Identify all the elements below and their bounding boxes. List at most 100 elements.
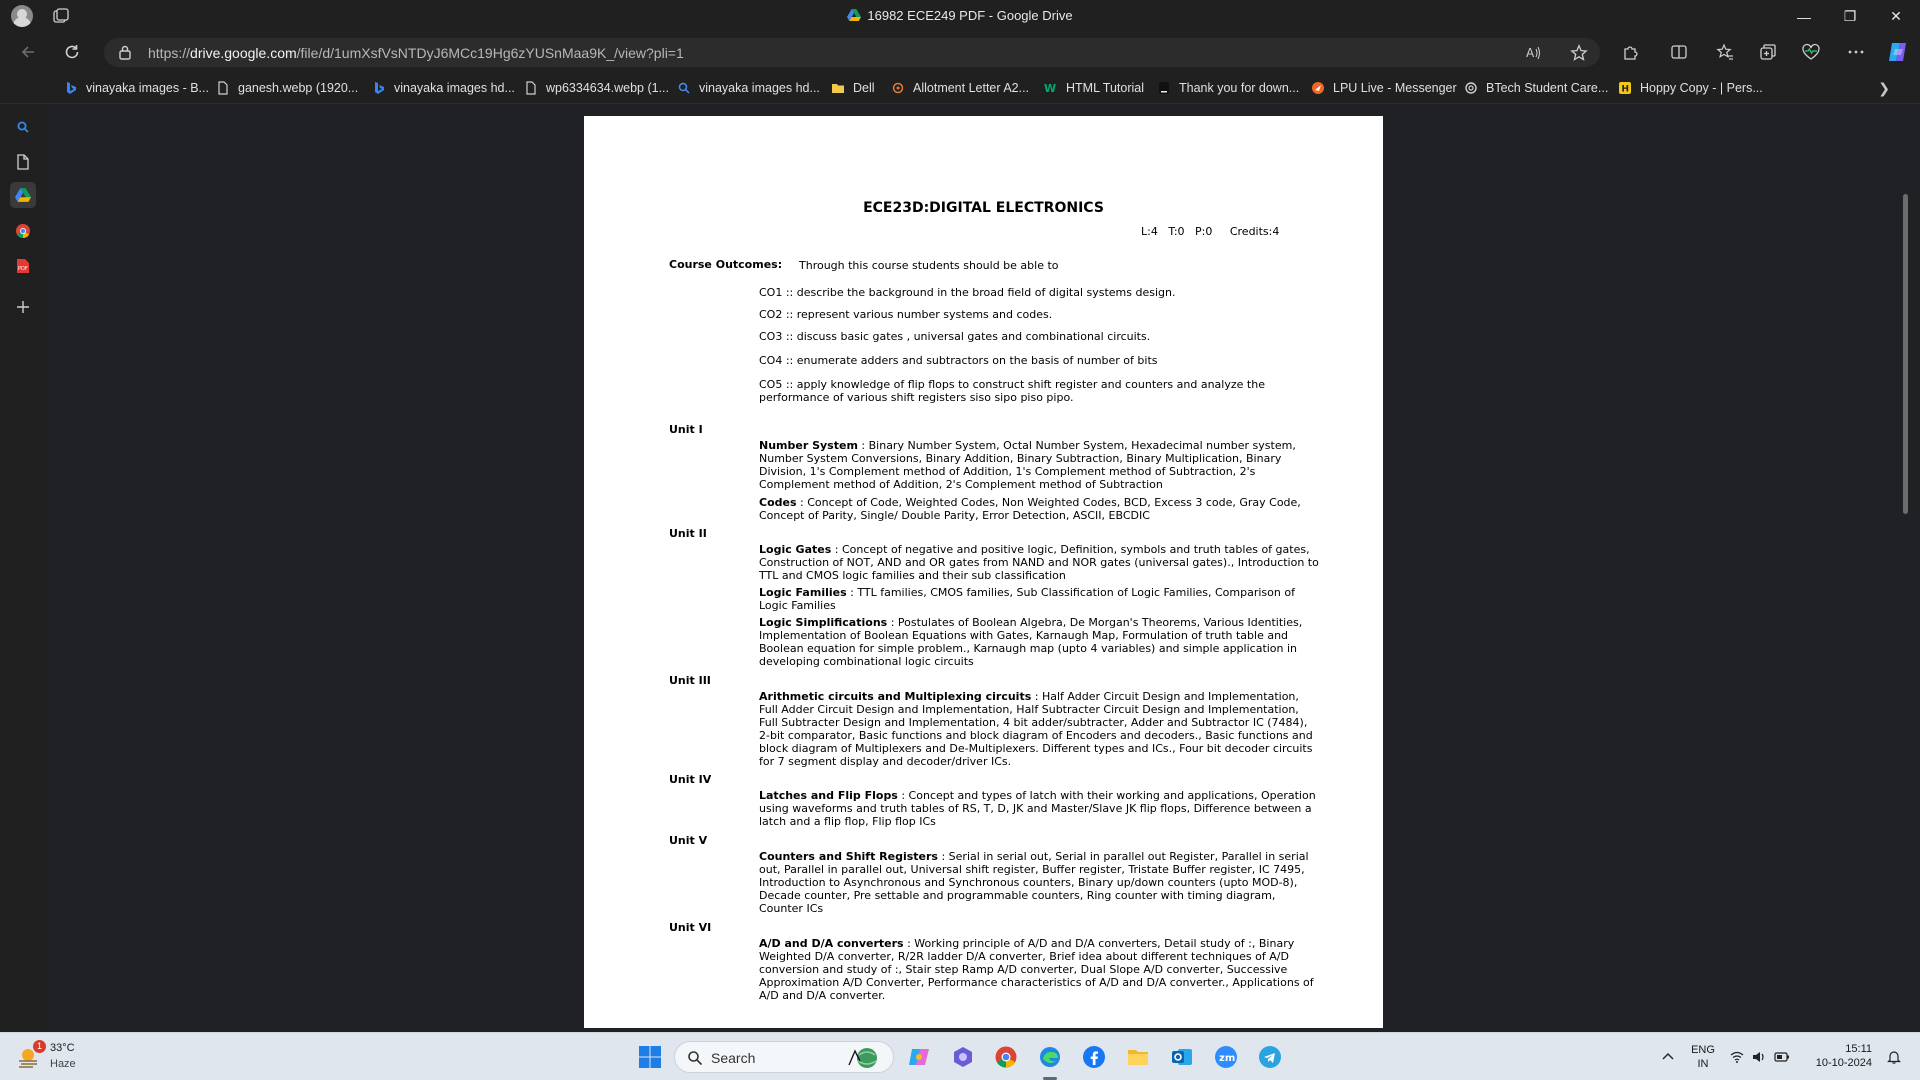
topic-paragraph: Logic Families : TTL families, CMOS fami…: [759, 586, 1319, 612]
bookmark-item[interactable]: Dell: [831, 79, 875, 97]
split-screen-button[interactable]: [1668, 42, 1690, 62]
openai-icon: [1465, 82, 1477, 94]
taskbar-telegram[interactable]: [1256, 1043, 1284, 1071]
hexagon-app-icon: [954, 1047, 972, 1067]
clock[interactable]: 15:11 10-10-2024: [1802, 1042, 1872, 1070]
window-title-bar: 16982 ECE249 PDF - Google Drive — ❐ ✕: [0, 0, 1920, 33]
collections-button[interactable]: [1757, 42, 1779, 62]
svg-text:H: H: [1622, 85, 1630, 95]
course-outcomes-heading: Course Outcomes:: [669, 258, 783, 271]
refresh-button[interactable]: [58, 39, 86, 65]
read-aloud-icon[interactable]: A: [1524, 44, 1542, 62]
minimize-button[interactable]: —: [1781, 0, 1827, 33]
sidebar-google-drive-button[interactable]: [10, 182, 36, 208]
pdf-viewer[interactable]: ECE23D:DIGITAL ELECTRONICS L:4 T:0 P:0 C…: [50, 106, 1915, 1028]
collections-icon: [1760, 44, 1776, 60]
folder-icon: [1128, 1050, 1148, 1065]
copilot-button[interactable]: [1885, 39, 1911, 65]
navigation-bar: https://drive.google.com/file/d/1umXsfVs…: [0, 33, 1920, 71]
input-language-indicator[interactable]: ENG IN: [1690, 1043, 1716, 1071]
taskbar-zoom[interactable]: zm: [1212, 1043, 1240, 1071]
bookmark-item[interactable]: vinayaka images hd...: [677, 79, 820, 97]
more-dots-icon: [1848, 50, 1864, 54]
document-title: ECE23D:DIGITAL ELECTRONICS: [863, 200, 1104, 216]
bookmark-label: vinayaka images hd...: [699, 81, 820, 95]
favorite-star-icon[interactable]: [1570, 44, 1588, 62]
document-icon: [17, 154, 29, 170]
topic-paragraph: Latches and Flip Flops : Concept and typ…: [759, 789, 1319, 828]
bookmark-item[interactable]: Allotment Letter A2...: [891, 79, 1029, 97]
svg-text:A: A: [1526, 46, 1535, 60]
extensions-button[interactable]: [1620, 42, 1642, 62]
tab-actions-button[interactable]: [10, 84, 36, 110]
bookmark-item[interactable]: LPU Live - Messenger: [1311, 79, 1457, 97]
google-drive-icon: [847, 9, 862, 21]
bookmark-label: Thank you for down...: [1179, 81, 1300, 95]
unit-heading: Unit I: [669, 423, 703, 436]
weather-temperature[interactable]: 33°C: [50, 1042, 75, 1054]
search-icon: [688, 1051, 703, 1066]
taskbar-copilot-app[interactable]: [905, 1043, 933, 1071]
bookmark-label: wp6334634.webp (1...: [546, 81, 670, 95]
taskbar-app-store[interactable]: [949, 1043, 977, 1071]
back-button[interactable]: [14, 39, 42, 65]
address-bar[interactable]: https://drive.google.com/file/d/1umXsfVs…: [104, 38, 1600, 67]
search-highlight-globe-icon: [848, 1048, 877, 1068]
copilot-icon: [909, 1049, 929, 1065]
google-drive-icon: [15, 188, 31, 202]
course-outcome: CO1 :: describe the background in the br…: [759, 286, 1176, 299]
taskbar-facebook[interactable]: [1080, 1043, 1108, 1071]
topic-heading: Arithmetic circuits and Multiplexing cir…: [759, 690, 1032, 703]
bookmark-item[interactable]: vinayaka images - B...: [64, 79, 209, 97]
sidebar-chrome-button[interactable]: [10, 218, 36, 244]
svg-text:zm: zm: [1219, 1053, 1235, 1064]
taskbar-chrome[interactable]: [992, 1043, 1020, 1071]
taskbar-edge[interactable]: [1036, 1043, 1064, 1071]
start-button[interactable]: [636, 1043, 664, 1071]
bookmark-label: LPU Live - Messenger: [1333, 81, 1457, 95]
sidebar-search-button[interactable]: [10, 114, 36, 140]
w3schools-icon: W: [1044, 82, 1056, 95]
close-button[interactable]: ✕: [1873, 0, 1919, 33]
url-host: drive.google.com: [190, 45, 297, 61]
plus-icon: [17, 301, 29, 313]
restore-button[interactable]: ❐: [1827, 0, 1873, 33]
sidebar-files-button[interactable]: [10, 149, 36, 175]
svg-text:PDF: PDF: [18, 266, 28, 272]
language-code: ENG: [1691, 1044, 1715, 1056]
bookmark-item[interactable]: H Hoppy Copy - | Pers...: [1618, 79, 1763, 97]
topic-paragraph: Counters and Shift Registers : Serial in…: [759, 850, 1319, 915]
credits-line: L:4 T:0 P:0 Credits:4: [1141, 225, 1280, 238]
svg-text:W: W: [1044, 82, 1056, 95]
browser-essentials-button[interactable]: [1800, 42, 1822, 62]
quick-settings-button[interactable]: [1730, 1043, 1790, 1071]
sidebar-add-button[interactable]: [10, 294, 36, 320]
bookmark-item[interactable]: W HTML Tutorial: [1044, 79, 1144, 97]
bing-icon: [375, 82, 384, 94]
sidebar-pdf-button[interactable]: PDF: [10, 253, 36, 279]
settings-more-button[interactable]: [1845, 42, 1867, 62]
viewer-scrollbar[interactable]: [1903, 194, 1908, 514]
taskbar-file-explorer[interactable]: [1124, 1043, 1152, 1071]
url-text[interactable]: https://drive.google.com/file/d/1umXsfVs…: [148, 45, 684, 61]
show-hidden-icons-button[interactable]: [1654, 1043, 1682, 1071]
copilot-icon: [1889, 43, 1906, 61]
course-outcome: CO4 :: enumerate adders and subtractors …: [759, 354, 1158, 367]
favorites-button[interactable]: [1714, 42, 1736, 62]
taskbar-outlook[interactable]: [1168, 1043, 1196, 1071]
windows-logo-icon: [639, 1046, 661, 1068]
site-info-lock-icon[interactable]: [118, 45, 132, 60]
weather-condition[interactable]: Haze: [50, 1058, 76, 1070]
bookmark-item[interactable]: wp6334634.webp (1...: [524, 79, 669, 97]
bookmark-item[interactable]: ganesh.webp (1920...: [216, 79, 358, 97]
zoom-icon: zm: [1215, 1046, 1237, 1068]
chrome-icon: [995, 1046, 1017, 1068]
bookmark-item[interactable]: BTech Student Care...: [1464, 79, 1608, 97]
bookmark-item[interactable]: vinayaka images hd...: [372, 79, 515, 97]
taskbar-search-box[interactable]: Search: [674, 1041, 894, 1073]
bookmark-item[interactable]: Thank you for down...: [1157, 79, 1299, 97]
edge-sidebar: PDF: [0, 104, 46, 1032]
topic-heading: Logic Families: [759, 586, 847, 599]
notifications-button[interactable]: [1880, 1043, 1908, 1071]
bookmarks-overflow-chevron-icon[interactable]: ❯: [1878, 80, 1890, 97]
